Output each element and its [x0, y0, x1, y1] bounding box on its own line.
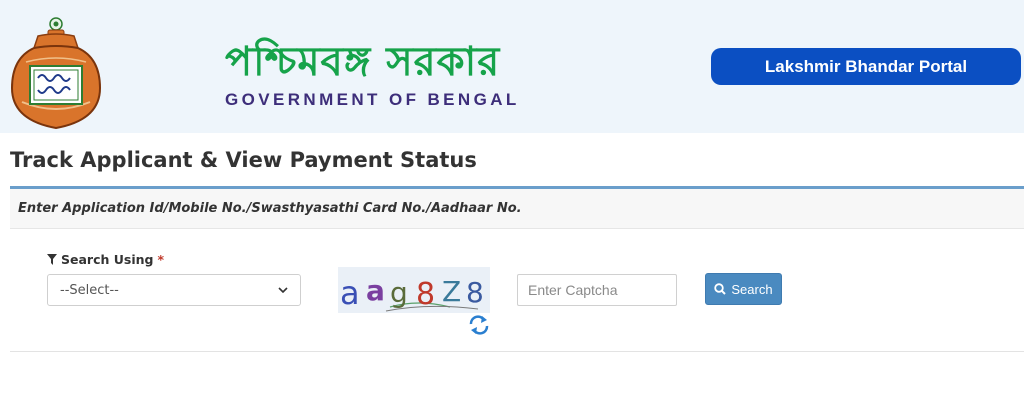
captcha-input[interactable] — [517, 274, 677, 306]
filter-icon — [47, 254, 57, 265]
captcha-image: a a g 8 Z 8 — [338, 267, 490, 313]
panel-heading-text: Enter Application Id/Mobile No./Swasthya… — [18, 201, 522, 216]
government-name-bengali: পশ্চিমবঙ্গ সরকার — [225, 39, 501, 85]
captcha-glyph: a — [340, 274, 360, 312]
search-using-text: Search Using — [61, 252, 154, 267]
captcha-glyph: 8 — [416, 277, 435, 312]
required-asterisk: * — [157, 252, 165, 267]
page-title: Track Applicant & View Payment Status — [10, 148, 477, 172]
portal-button[interactable]: Lakshmir Bhandar Portal — [711, 48, 1021, 85]
captcha-glyph: 8 — [466, 276, 484, 309]
search-icon — [714, 283, 727, 295]
search-using-label: Search Using * — [47, 252, 164, 267]
captcha-glyph: Z — [442, 275, 461, 308]
government-name-english: GOVERNMENT OF BENGAL — [225, 90, 520, 109]
refresh-captcha-icon[interactable] — [468, 315, 490, 335]
search-using-select[interactable]: --Select-- — [47, 274, 301, 306]
search-button[interactable]: Search — [705, 273, 782, 305]
captcha-glyph: a — [366, 274, 385, 307]
chevron-down-icon — [278, 287, 288, 293]
panel-heading: Enter Application Id/Mobile No./Swasthya… — [10, 189, 1024, 229]
site-header: পশ্চিমবঙ্গ সরকার GOVERNMENT OF BENGAL La… — [0, 0, 1024, 133]
captcha-glyph: g — [390, 276, 408, 309]
search-button-label: Search — [731, 281, 773, 297]
select-value: --Select-- — [60, 282, 119, 298]
lakshmir-bhandar-logo — [10, 17, 102, 130]
search-panel: Enter Application Id/Mobile No./Swasthya… — [10, 186, 1024, 352]
